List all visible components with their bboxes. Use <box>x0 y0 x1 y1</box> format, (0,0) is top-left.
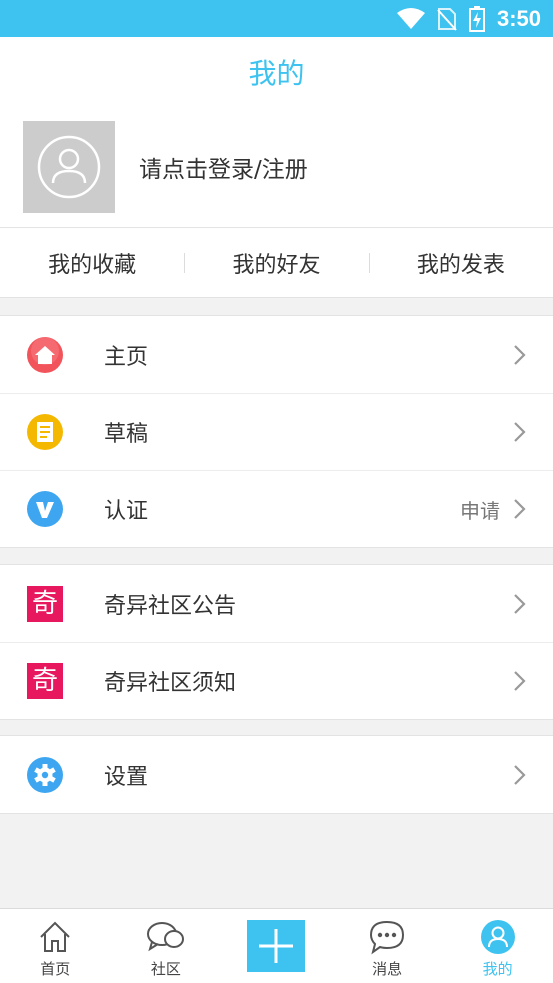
menu-group-main: 主页 草稿 认证 申请 <box>0 315 553 548</box>
chevron-right-icon <box>514 422 526 442</box>
chevron-right-icon <box>514 344 526 365</box>
menu-group-settings: 设置 <box>0 735 553 814</box>
tab-label: 我的 <box>482 960 513 978</box>
menu-item-verification[interactable]: 认证 申请 <box>0 470 553 547</box>
title-bar: 我的 <box>0 37 553 107</box>
home-outline-icon <box>40 921 71 952</box>
menu-item-community-announcement[interactable]: 奇 奇异社区公告 <box>0 565 553 642</box>
menu-item-community-rules[interactable]: 奇 奇异社区须知 <box>0 642 553 719</box>
tab-label: 首页 <box>40 960 71 978</box>
menu-item-label: 认证 <box>104 499 149 524</box>
bottom-tab-bar: 首页 社区 消息 我的 <box>0 908 553 983</box>
tab-home[interactable]: 首页 <box>0 909 111 983</box>
verify-icon <box>27 491 63 527</box>
menu-item-label: 设置 <box>104 764 149 790</box>
page-title: 我的 <box>248 57 305 90</box>
profile-login-area[interactable]: 请点击登录/注册 <box>0 107 553 228</box>
status-bar: 3:50 <box>0 0 553 37</box>
quick-links: 我的收藏 我的好友 我的发表 <box>0 228 553 298</box>
community-logo-icon: 奇 <box>27 585 63 622</box>
tab-community[interactable]: 社区 <box>111 909 222 983</box>
draft-icon <box>27 414 63 450</box>
plus-icon <box>259 929 294 963</box>
tab-label: 消息 <box>372 960 403 978</box>
apply-label: 申请 <box>460 498 500 523</box>
menu-item-settings[interactable]: 设置 <box>0 736 553 813</box>
community-logo-icon: 奇 <box>27 663 63 699</box>
battery-charging-icon <box>468 5 485 32</box>
home-icon <box>27 336 63 373</box>
menu-item-label: 奇异社区公告 <box>104 593 237 619</box>
message-icon <box>370 920 405 955</box>
menu-item-drafts[interactable]: 草稿 <box>0 393 553 470</box>
tab-messages[interactable]: 消息 <box>332 909 443 983</box>
tab-label: 社区 <box>150 960 181 978</box>
chevron-right-icon <box>514 764 526 785</box>
menu-item-label: 奇异社区须知 <box>104 671 237 696</box>
no-sim-icon <box>437 7 457 31</box>
my-favorites-link[interactable]: 我的收藏 <box>0 247 184 279</box>
menu-item-label: 主页 <box>104 344 149 370</box>
avatar[interactable] <box>23 121 115 213</box>
tab-create-post[interactable] <box>221 909 332 983</box>
menu-item-home[interactable]: 主页 <box>0 316 553 393</box>
user-icon <box>480 920 515 954</box>
wifi-icon <box>396 7 425 29</box>
tab-profile[interactable]: 我的 <box>442 909 553 983</box>
plus-button[interactable] <box>247 920 306 972</box>
menu-group-community: 奇 奇异社区公告 奇 奇异社区须知 <box>0 564 553 720</box>
chevron-right-icon <box>514 499 526 519</box>
my-posts-link[interactable]: 我的发表 <box>368 247 553 279</box>
user-placeholder-icon <box>37 135 101 199</box>
chevron-right-icon <box>514 593 526 614</box>
login-register-link[interactable]: 请点击登录/注册 <box>139 150 308 184</box>
menu-item-label: 草稿 <box>104 422 149 447</box>
chat-bubbles-icon <box>146 922 184 952</box>
my-friends-link[interactable]: 我的好友 <box>184 247 368 279</box>
chevron-right-icon <box>514 671 526 691</box>
settings-icon <box>27 756 63 793</box>
status-time: 3:50 <box>496 5 541 31</box>
